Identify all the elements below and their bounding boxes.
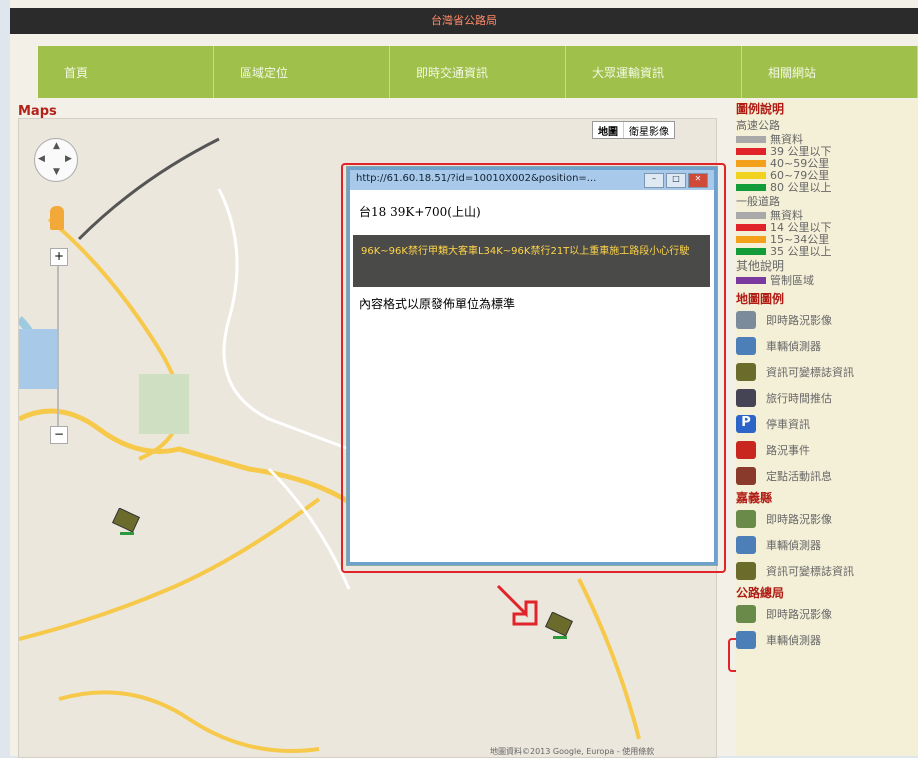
pan-left-icon[interactable]: ◀ — [38, 154, 45, 164]
legend-row: 管制區域 — [736, 274, 918, 287]
pan-down-icon[interactable]: ▼ — [53, 167, 60, 177]
maps-label: Maps — [18, 104, 57, 119]
layer-toggle-cctv[interactable]: 即時路況影像 — [736, 307, 918, 333]
layer-label: 旅行時間推估 — [766, 392, 832, 405]
street-view-pegman-icon[interactable] — [50, 206, 64, 230]
travel-time-icon — [736, 389, 756, 407]
detector-icon — [736, 536, 756, 554]
legend-swatch — [736, 211, 766, 219]
map-copyright: 地圖資料©2013 Google, Europa - 使用條款 — [490, 747, 655, 756]
map-legend-title: 地圖圖例 — [736, 292, 785, 306]
legend-sidebar: 圖例說明 高速公路 無資料 39 公里以下 40~59公里 60~79公里 80… — [736, 100, 918, 756]
cms-sign-icon — [736, 363, 756, 381]
camera-icon — [736, 605, 756, 623]
cms-sign-icon — [736, 562, 756, 580]
highway-title: 高速公路 — [736, 119, 780, 132]
layer-label: 即時路況影像 — [766, 608, 832, 621]
legend-label: 管制區域 — [770, 274, 814, 287]
legend-row: 80 公里以上 — [736, 181, 918, 194]
layer-toggle-incident[interactable]: 路況事件 — [736, 437, 918, 463]
layer-toggle-travel-time[interactable]: 旅行時間推估 — [736, 385, 918, 411]
legend-swatch — [736, 276, 766, 284]
cms-sign-marker-icon[interactable] — [112, 508, 142, 538]
layer-label: 資訊可變標誌資訊 — [766, 366, 854, 379]
layer-label: 車輛偵測器 — [766, 634, 821, 647]
map-type-switch: 地圖 衛星影像 — [592, 121, 675, 139]
layer-toggle-vd[interactable]: 車輛偵測器 — [736, 333, 918, 359]
pan-right-icon[interactable]: ▶ — [65, 154, 72, 164]
layer-label: 定點活動訊息 — [766, 470, 832, 483]
camera-icon — [736, 311, 756, 329]
nav-item-home[interactable]: 首頁 — [38, 46, 214, 98]
legend-row: 35 公里以上 — [736, 245, 918, 258]
layer-label: 停車資訊 — [766, 418, 810, 431]
pointer-arrow-icon — [496, 584, 538, 626]
parking-icon: P — [736, 415, 756, 433]
nav-item-traffic[interactable]: 即時交通資訊 — [390, 46, 566, 98]
layer-toggle-parking[interactable]: P 停車資訊 — [736, 411, 918, 437]
general-road-title: 一般道路 — [736, 195, 780, 208]
legend-swatch — [736, 159, 766, 167]
map-type-satellite-button[interactable]: 衛星影像 — [624, 122, 674, 138]
zoom-slider-track[interactable] — [57, 266, 59, 426]
detector-icon — [736, 337, 756, 355]
layer-label: 車輛偵測器 — [766, 539, 821, 552]
site-title: 台灣省公路局 — [431, 14, 497, 27]
bureau-toggle-cctv[interactable]: 即時路況影像 — [736, 601, 918, 627]
legend-title: 圖例說明 — [736, 102, 785, 116]
layer-label: 車輛偵測器 — [766, 340, 821, 353]
legend-swatch — [736, 223, 766, 231]
detector-icon — [736, 631, 756, 649]
main-nav: 首頁 區域定位 即時交通資訊 大眾運輸資訊 相關網站 — [38, 46, 918, 98]
chiayi-toggle-cms[interactable]: 資訊可變標誌資訊 — [736, 558, 918, 584]
pan-control[interactable]: ▲ ◀ ▶ ▼ — [34, 138, 78, 182]
other-title: 其他說明 — [736, 259, 785, 273]
legend-swatch — [736, 247, 766, 255]
chiayi-toggle-vd[interactable]: 車輛偵測器 — [736, 532, 918, 558]
pan-up-icon[interactable]: ▲ — [53, 141, 60, 151]
legend-swatch — [736, 235, 766, 243]
zoom-out-button[interactable]: − — [50, 426, 68, 444]
layer-label: 即時路況影像 — [766, 314, 832, 327]
legend-swatch — [736, 183, 766, 191]
layer-label: 資訊可變標誌資訊 — [766, 565, 854, 578]
legend-swatch — [736, 171, 766, 179]
event-icon — [736, 467, 756, 485]
highlight-box-popup — [341, 163, 726, 573]
chiayi-title: 嘉義縣 — [736, 491, 773, 505]
legend-swatch — [736, 147, 766, 155]
incident-icon — [736, 441, 756, 459]
zoom-in-button[interactable]: + — [50, 248, 68, 266]
layer-toggle-event[interactable]: 定點活動訊息 — [736, 463, 918, 489]
nav-item-region[interactable]: 區域定位 — [214, 46, 390, 98]
map-type-map-button[interactable]: 地圖 — [593, 122, 624, 138]
nav-item-transit[interactable]: 大眾運輸資訊 — [566, 46, 742, 98]
top-banner: 台灣省公路局 — [10, 8, 918, 34]
bureau-toggle-vd[interactable]: 車輛偵測器 — [736, 627, 918, 653]
layer-toggle-cms[interactable]: 資訊可變標誌資訊 — [736, 359, 918, 385]
layer-label: 即時路況影像 — [766, 513, 832, 526]
legend-swatch — [736, 135, 766, 143]
chiayi-toggle-cctv[interactable]: 即時路況影像 — [736, 506, 918, 532]
nav-item-links[interactable]: 相關網站 — [742, 46, 918, 98]
highway-bureau-title: 公路總局 — [736, 586, 785, 600]
camera-icon — [736, 510, 756, 528]
layer-label: 路況事件 — [766, 444, 810, 457]
